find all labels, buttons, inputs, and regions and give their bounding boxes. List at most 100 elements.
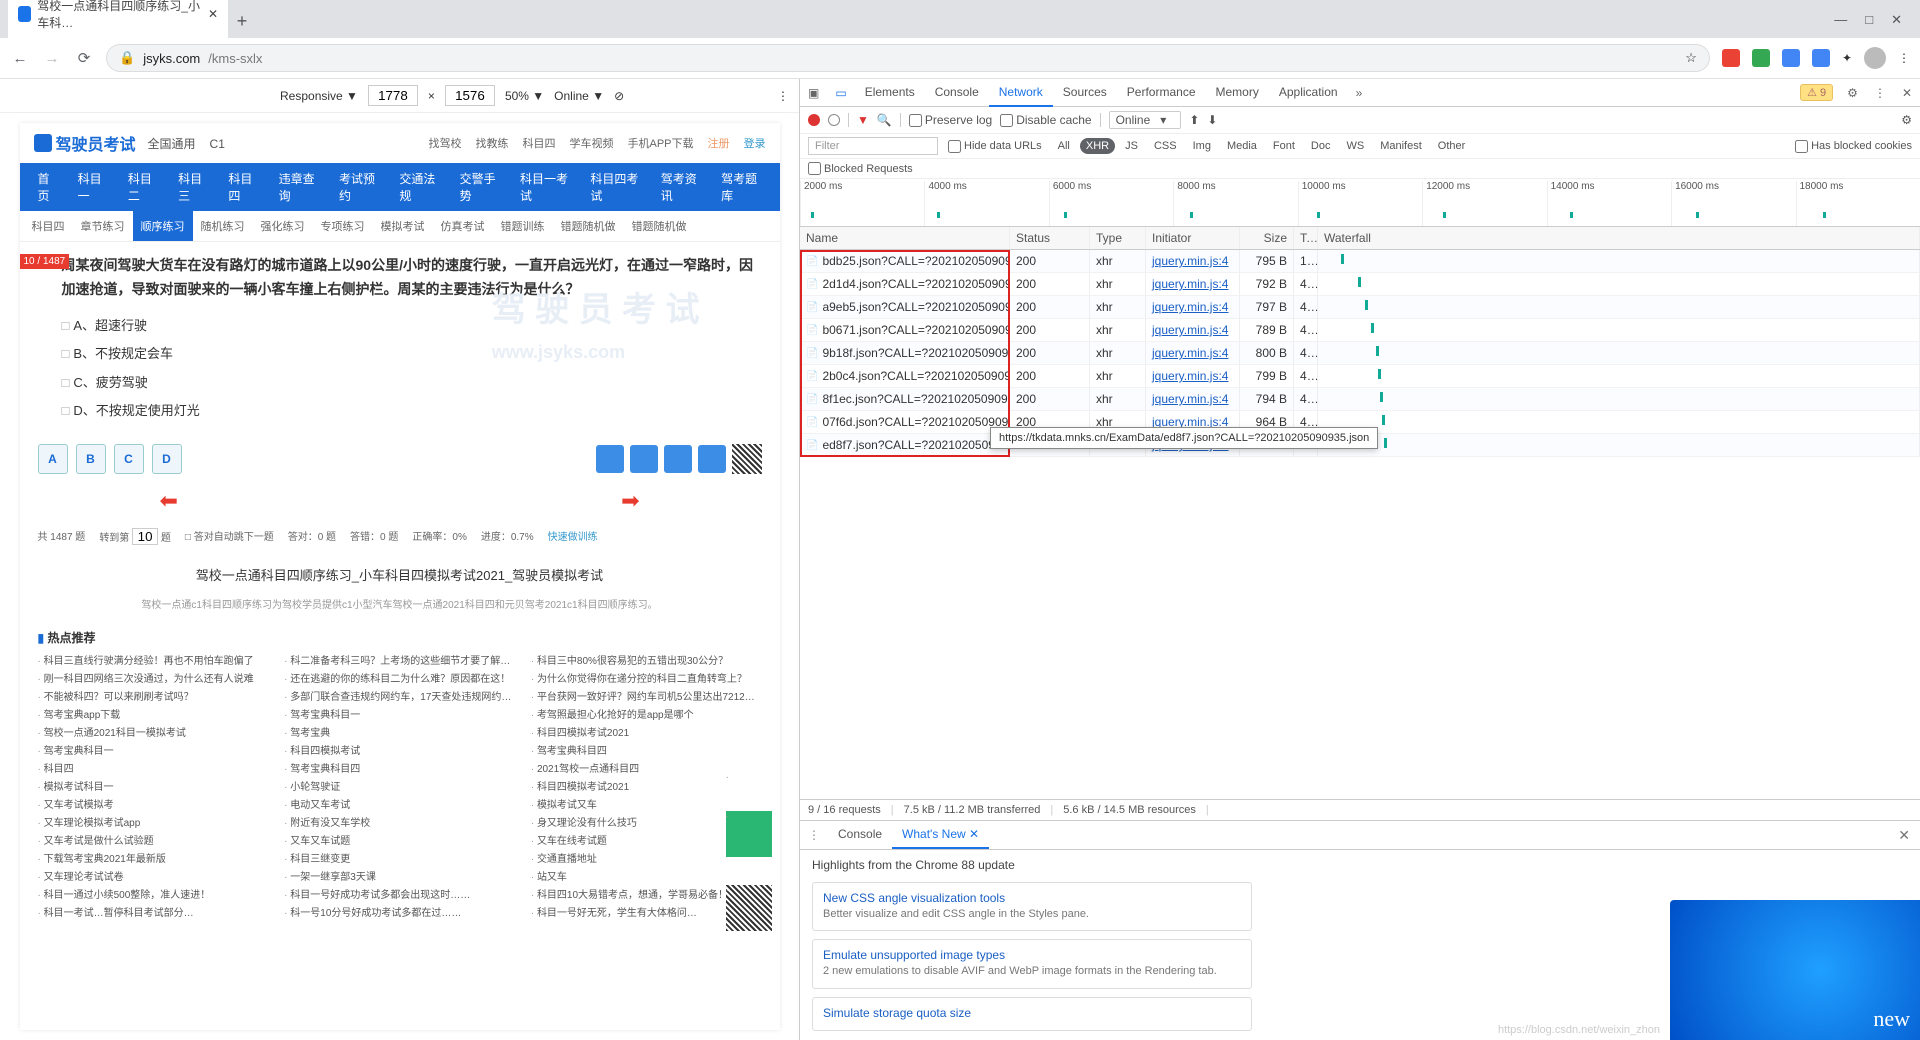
answer-option[interactable]: D、不按规定使用灯光 — [62, 397, 762, 426]
star-icon[interactable]: ☆ — [1685, 50, 1697, 66]
chrome-menu-icon[interactable]: ⋮ — [1898, 51, 1910, 65]
download-har-icon[interactable]: ⬇ — [1207, 113, 1217, 127]
goto-question-input[interactable] — [132, 528, 158, 545]
rotate-icon[interactable]: ⊘ — [614, 89, 624, 103]
hot-link[interactable]: 附近有没又车学校 — [284, 814, 515, 829]
menu-item[interactable]: 交通法规 — [389, 163, 449, 211]
hot-link[interactable]: 平台获网一致好评？网约车司机5公里达出7212元… — [531, 688, 762, 703]
submenu-item[interactable]: 随机练习 — [193, 211, 253, 241]
reset-link[interactable]: 快速做训练 — [548, 528, 598, 545]
blocked-requests-checkbox[interactable]: Blocked Requests — [808, 162, 1912, 175]
network-request-row[interactable]: b0671.json?CALL=?20210205090935.json200x… — [800, 319, 1920, 342]
filter-all[interactable]: All — [1052, 138, 1076, 154]
devtools-tab-sources[interactable]: Sources — [1053, 79, 1117, 107]
col-waterfall[interactable]: Waterfall — [1318, 227, 1920, 249]
hide-data-urls-checkbox[interactable]: Hide data URLs — [948, 140, 1042, 153]
hot-link[interactable]: 科目四模拟考试2021 — [531, 724, 762, 739]
warning-badge[interactable]: ⚠ 9 — [1800, 84, 1833, 101]
back-button[interactable]: ← — [10, 50, 30, 67]
devtools-tab-network[interactable]: Network — [989, 79, 1053, 107]
extension-icon-3[interactable] — [1782, 49, 1800, 67]
hot-link[interactable]: 科一号10分号好成功考试多都在过…… — [284, 904, 515, 919]
hot-link[interactable]: 驾考宝典 — [284, 724, 515, 739]
network-settings-icon[interactable]: ⚙ — [1901, 113, 1912, 127]
extension-icon-1[interactable] — [1722, 49, 1740, 67]
hot-link[interactable]: 还在逃避的你的练科目二为什么难？原因都在这！ — [284, 670, 515, 685]
login-link[interactable]: 登录 — [744, 135, 766, 151]
device-select[interactable]: Responsive ▼ — [10, 89, 358, 103]
reload-button[interactable]: ⟳ — [74, 49, 94, 67]
submenu-item[interactable]: 强化练习 — [253, 211, 313, 241]
inspect-icon[interactable]: ▣ — [800, 86, 827, 100]
zoom-select[interactable]: 50% ▼ — [505, 89, 544, 103]
menu-item[interactable]: 科目二 — [118, 163, 168, 211]
submenu-item[interactable]: 错题训练 — [493, 211, 553, 241]
forward-button[interactable]: → — [42, 50, 62, 67]
hot-link[interactable]: 考驾照最担心化抢好的是app是哪个 — [531, 706, 762, 721]
upload-har-icon[interactable]: ⬆ — [1189, 113, 1199, 127]
site-logo[interactable]: 驾驶员考试 — [34, 131, 136, 155]
auto-next-checkbox[interactable]: □ 答对自动跳下一题 — [185, 528, 274, 545]
submenu-item[interactable]: 错题随机做 — [624, 211, 695, 241]
filter-img[interactable]: Img — [1187, 138, 1217, 154]
hot-link[interactable]: 驾考宝典app下载 — [38, 706, 269, 721]
submenu-item[interactable]: 科目四 — [24, 211, 73, 241]
device-toggle-icon[interactable]: ▭ — [827, 86, 854, 100]
share-icon-3[interactable] — [664, 445, 692, 473]
hot-link[interactable]: 驾考宝典科目四 — [531, 742, 762, 757]
network-request-row[interactable]: 8f1ec.json?CALL=?20210205090935.json200x… — [800, 388, 1920, 411]
device-more-icon[interactable]: ⋮ — [777, 89, 789, 103]
menu-item[interactable]: 交警手势 — [450, 163, 510, 211]
hot-link[interactable]: 多部门联合查违规约网约车，17天查处违规网约车… — [284, 688, 515, 703]
register-link[interactable]: 注册 — [708, 135, 730, 151]
hot-link[interactable]: 不能被科四？可以来刷刷考试吗？ — [38, 688, 269, 703]
close-tab-icon[interactable]: ✕ — [208, 7, 218, 21]
submenu-item[interactable]: 错题随机做 — [553, 211, 624, 241]
devtools-menu-icon[interactable]: ⋮ — [1866, 86, 1894, 100]
menu-item[interactable]: 违章查询 — [269, 163, 329, 211]
answer-button-d[interactable]: D — [152, 444, 182, 474]
hot-link[interactable]: 模拟考试科目一 — [38, 778, 269, 793]
translate-icon[interactable] — [1812, 49, 1830, 67]
answer-option[interactable]: C、疲劳驾驶 — [62, 369, 762, 398]
submenu-item[interactable]: 模拟考试 — [373, 211, 433, 241]
filter-other[interactable]: Other — [1432, 138, 1472, 154]
menu-item[interactable]: 首页 — [28, 163, 68, 211]
hot-link[interactable]: 为什么你觉得你在递分控的科目二直角转弯上？ — [531, 670, 762, 685]
top-link[interactable]: 学车视频 — [569, 135, 613, 151]
filter-xhr[interactable]: XHR — [1080, 138, 1115, 154]
hot-link[interactable]: 小轮驾驶证 — [284, 778, 515, 793]
devtools-tab-performance[interactable]: Performance — [1117, 79, 1206, 107]
profile-icon[interactable] — [1864, 47, 1886, 69]
col-status[interactable]: Status — [1010, 227, 1090, 249]
answer-option[interactable]: B、不按规定会车 — [62, 340, 762, 369]
hot-link[interactable]: 驾考宝典科目一 — [284, 706, 515, 721]
drawer-tab[interactable]: Console — [828, 821, 892, 849]
hot-link[interactable]: 驾校一点通2021科目一模拟考试 — [38, 724, 269, 739]
hot-link[interactable]: 科目一号好成功考试多都会出现这时…… — [284, 886, 515, 901]
drawer-menu-icon[interactable]: ⋮ — [800, 828, 828, 842]
hot-link[interactable]: 电动又车考试 — [284, 796, 515, 811]
hot-link[interactable]: 科目三中80%很容易犯的五错出现30公分？ — [531, 652, 762, 667]
submenu-item[interactable]: 仿真考试 — [433, 211, 493, 241]
network-request-row[interactable]: 2d1d4.json?CALL=?20210205090935.json200x… — [800, 273, 1920, 296]
whats-new-card[interactable]: New CSS angle visualization toolsBetter … — [812, 882, 1252, 931]
answer-button-b[interactable]: B — [76, 444, 106, 474]
more-tabs-icon[interactable]: » — [1348, 86, 1371, 100]
menu-item[interactable]: 科目一 — [68, 163, 118, 211]
clear-button[interactable] — [828, 114, 840, 126]
devtools-tab-elements[interactable]: Elements — [855, 79, 925, 107]
top-link[interactable]: 找教练 — [475, 135, 508, 151]
filter-input[interactable]: Filter — [808, 137, 938, 155]
network-request-row[interactable]: a9eb5.json?CALL=?20210205090935.json200x… — [800, 296, 1920, 319]
hot-link[interactable]: 又车考试模拟考 — [38, 796, 269, 811]
throttling-select[interactable]: Online ▾ — [1109, 111, 1182, 129]
whats-new-card[interactable]: Emulate unsupported image types2 new emu… — [812, 939, 1252, 988]
prev-question-button[interactable]: ⬅ — [160, 488, 178, 514]
devtools-close-icon[interactable]: ✕ — [1894, 86, 1920, 100]
address-bar[interactable]: 🔒 jsyks.com/kms-sxlx ☆ — [106, 44, 1710, 72]
col-name[interactable]: Name — [800, 227, 1010, 249]
throttle-select[interactable]: Online ▼ — [554, 89, 604, 103]
hot-link[interactable]: 又车理论模拟考试app — [38, 814, 269, 829]
hot-link[interactable]: 又车理论考试试卷 — [38, 868, 269, 883]
